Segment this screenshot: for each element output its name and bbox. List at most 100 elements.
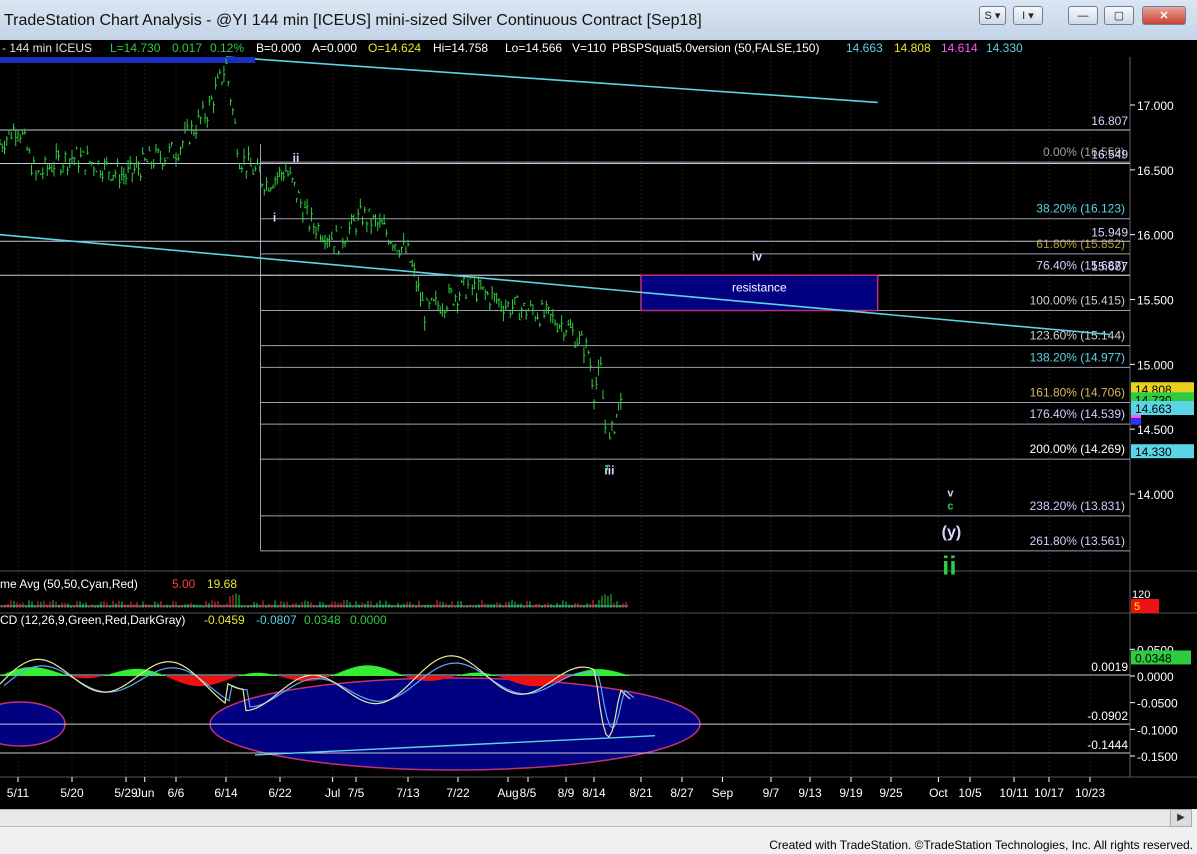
price-axis-label: 17.000	[1137, 99, 1174, 113]
fib-label: 161.80% (14.706)	[1030, 385, 1125, 399]
maximize-button[interactable]: ▢	[1104, 6, 1134, 25]
time-axis-label: 8/27	[670, 786, 694, 800]
macd-axis-tag-label: 0.0348	[1135, 651, 1172, 665]
fib-label: 261.80% (13.561)	[1030, 534, 1125, 548]
time-axis-label: 10/17	[1034, 786, 1064, 800]
info-v2: 14.808	[894, 41, 931, 55]
resistance-zone: resistance	[640, 274, 879, 312]
wave-v-label: v	[947, 488, 954, 500]
time-axis-label: 6/6	[168, 786, 185, 800]
wave-ii-small-label: ii	[293, 151, 300, 165]
time-axis-label: 7/13	[396, 786, 420, 800]
wave-y-label: (y)	[942, 524, 962, 541]
volume-label: me Avg (50,50,Cyan,Red)	[0, 577, 138, 591]
scroll-right-button[interactable]: ▶	[1170, 809, 1192, 827]
maximize-icon: ▢	[1113, 10, 1125, 22]
time-axis-label: 8/21	[629, 786, 653, 800]
price-tag-blue	[1131, 418, 1141, 425]
chart-area[interactable]: 0.00% (16.559) 38.20% (16.123) 61.80% (15.…	[0, 40, 1197, 809]
s-menu-button[interactable]: S ▾	[979, 6, 1006, 25]
wave-ii-big-label: ii	[942, 550, 956, 580]
macd-axis-label: -0.1500	[1137, 750, 1178, 764]
time-axis-label: 10/11	[999, 786, 1028, 800]
info-symbol: - 144 min ICEUS	[2, 41, 93, 55]
time-axis-label: 8/5	[520, 786, 537, 800]
wave-i-label: i	[273, 211, 276, 225]
macd-axis-label: 0.0000	[1137, 670, 1174, 684]
time-axis-label: 5/11	[7, 786, 30, 800]
time-axis-label: 10/23	[1075, 786, 1105, 800]
time-axis-label: Jun	[135, 786, 154, 800]
price-tag-label: 14.330	[1135, 445, 1172, 459]
time-axis-label: 5/20	[60, 786, 84, 800]
info-high: Hi=14.758	[433, 41, 489, 55]
time-axis-label: 9/13	[798, 786, 822, 800]
bottom-bar: ▶ Created with TradeStation. ©TradeStati…	[0, 809, 1197, 854]
macd-level-label: -0.1444	[1087, 738, 1128, 752]
info-low: Lo=14.566	[505, 41, 563, 55]
time-axis-label: 10/5	[958, 786, 982, 800]
time-axis-label: 8/9	[558, 786, 575, 800]
i-menu-button[interactable]: I ▾	[1013, 6, 1043, 25]
info-last: L=14.730	[110, 41, 161, 55]
minimize-button[interactable]: —	[1068, 6, 1098, 25]
info-open: O=14.624	[368, 41, 422, 55]
info-pct: 0.12%	[210, 41, 245, 55]
time-axis-label: 7/22	[446, 786, 470, 800]
price-axis-label: 16.500	[1137, 164, 1174, 178]
info-v3: 14.614	[941, 41, 978, 55]
time-axis-label: Aug	[497, 786, 518, 800]
info-study: PBSPSquat5.0version (50,FALSE,150)	[612, 41, 820, 55]
fib-label: 100.00% (15.415)	[1030, 294, 1125, 308]
fib-label: 238.20% (13.831)	[1030, 499, 1125, 513]
time-axis-label: Oct	[929, 786, 948, 800]
macd-axis-label: -0.1000	[1137, 723, 1178, 737]
resistance-label: resistance	[732, 280, 787, 294]
macd-value: 0.0000	[350, 613, 387, 627]
window-titlebar: TradeStation Chart Analysis - @YI 144 mi…	[0, 0, 1197, 41]
volume-value-1: 5.00	[172, 577, 196, 591]
macd-label: CD (12,26,9,Green,Red,DarkGray)	[0, 613, 185, 627]
time-axis-label: 9/25	[879, 786, 903, 800]
price-axis-label: 14.500	[1137, 423, 1174, 437]
level-value: 16.549	[1091, 147, 1128, 161]
price-axis-label: 14.000	[1137, 488, 1174, 502]
info-v4: 14.330	[986, 41, 1023, 55]
fib-label: 138.20% (14.977)	[1030, 350, 1125, 364]
price-tag-label: 14.663	[1135, 402, 1172, 416]
volume-red-tag-label: 5	[1134, 601, 1140, 613]
window-title: TradeStation Chart Analysis - @YI 144 mi…	[4, 12, 702, 29]
time-axis-label: 6/22	[268, 786, 292, 800]
price-axis-label: 16.000	[1137, 229, 1174, 243]
close-button[interactable]: ✕	[1142, 6, 1186, 25]
fib-label: 200.00% (14.269)	[1030, 442, 1125, 456]
time-axis-label: 7/5	[348, 786, 365, 800]
price-axis-label: 15.000	[1137, 358, 1174, 372]
horizontal-scrollbar[interactable]	[0, 809, 1170, 827]
info-ask: A=0.000	[312, 41, 358, 55]
time-axis-label: 8/14	[582, 786, 606, 800]
wave-c-label: c	[947, 501, 953, 513]
macd-value: -0.0807	[256, 613, 297, 627]
wave-iii-label: iii	[604, 464, 614, 478]
close-icon: ✕	[1159, 10, 1169, 22]
macd-axis-label: -0.0500	[1137, 697, 1178, 711]
time-axis-label: Jul	[325, 786, 340, 800]
price-chart[interactable]: 0.00% (16.559)38.20% (16.123)61.80% (15.…	[0, 40, 1197, 809]
i-button-label: I	[1022, 10, 1026, 22]
macd-value: -0.0459	[204, 613, 245, 627]
time-axis-label: 6/14	[214, 786, 238, 800]
fib-label: 176.40% (14.539)	[1030, 407, 1125, 421]
time-axis-label: 9/7	[763, 786, 780, 800]
macd-level-label: 0.0019	[1091, 660, 1128, 674]
top-band	[0, 57, 255, 63]
wave-iv-label: iv	[752, 250, 762, 264]
time-axis-label: 9/19	[839, 786, 863, 800]
info-volume: V=110	[572, 41, 607, 55]
volume-value-2: 19.68	[207, 577, 237, 591]
s-button-label: S	[984, 10, 992, 22]
level-value: 15.949	[1091, 225, 1128, 239]
price-axis-label: 15.500	[1137, 294, 1174, 308]
info-line: - 144 min ICEUS L=14.730 0.017 0.12% B=0…	[0, 41, 1197, 57]
level-value: 15.687	[1091, 259, 1128, 273]
